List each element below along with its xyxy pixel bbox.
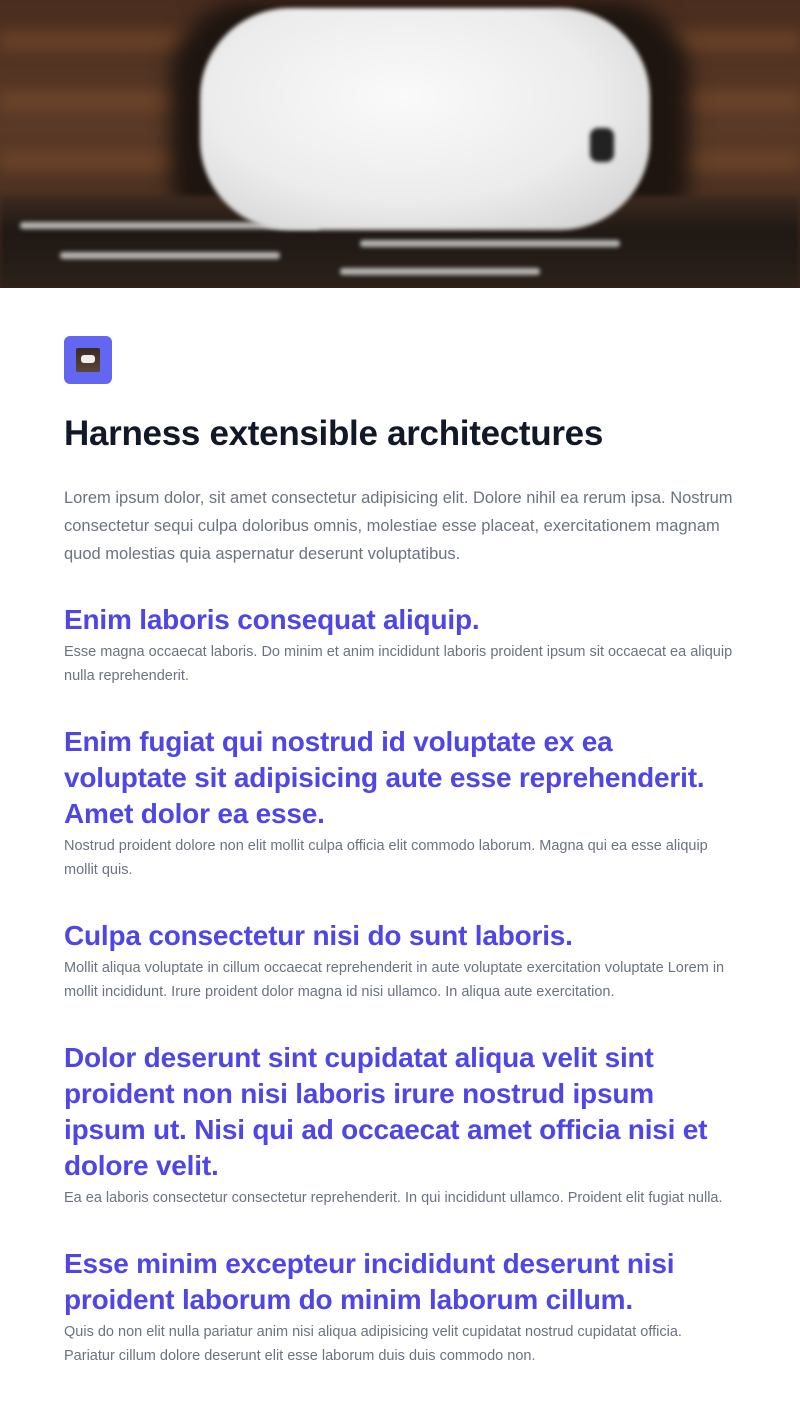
feature-title: Enim laboris consequat aliquip.: [64, 604, 480, 635]
feature-item: Enim laboris consequat aliquip. Esse mag…: [64, 602, 736, 688]
hero-image: [0, 0, 800, 288]
feature-title: Esse minim excepteur incididunt deserunt…: [64, 1248, 675, 1315]
feature-title: Enim fugiat qui nostrud id voluptate ex …: [64, 726, 705, 829]
logo: [64, 336, 112, 384]
feature-description: Ea ea laboris consectetur consectetur re…: [64, 1190, 723, 1206]
intro-text: Lorem ipsum dolor, sit amet consectetur …: [64, 489, 733, 563]
feature-item: Enim fugiat qui nostrud id voluptate ex …: [64, 724, 736, 882]
feature-description: Quis do non elit nulla pariatur anim nis…: [64, 1324, 682, 1364]
airpods-case-icon: [200, 8, 650, 230]
feature-title: Culpa consectetur nisi do sunt laboris.: [64, 920, 573, 951]
feature-description: Nostrud proident dolore non elit mollit …: [64, 838, 708, 878]
feature-item: Esse minim excepteur incididunt deserunt…: [64, 1246, 736, 1368]
feature-title: Dolor deserunt sint cupidatat aliqua vel…: [64, 1042, 708, 1181]
feature-item: Culpa consectetur nisi do sunt laboris. …: [64, 918, 736, 1004]
feature-description: Mollit aliqua voluptate in cillum occaec…: [64, 960, 725, 1000]
main-content: Harness extensible architectures Lorem i…: [0, 288, 800, 1368]
feature-list: Enim laboris consequat aliquip. Esse mag…: [64, 602, 736, 1368]
feature-description: Esse magna occaecat laboris. Do minim et…: [64, 644, 733, 684]
product-thumbnail-icon: [76, 348, 100, 372]
feature-item: Dolor deserunt sint cupidatat aliqua vel…: [64, 1040, 736, 1210]
page-title: Harness extensible architectures: [64, 414, 604, 453]
